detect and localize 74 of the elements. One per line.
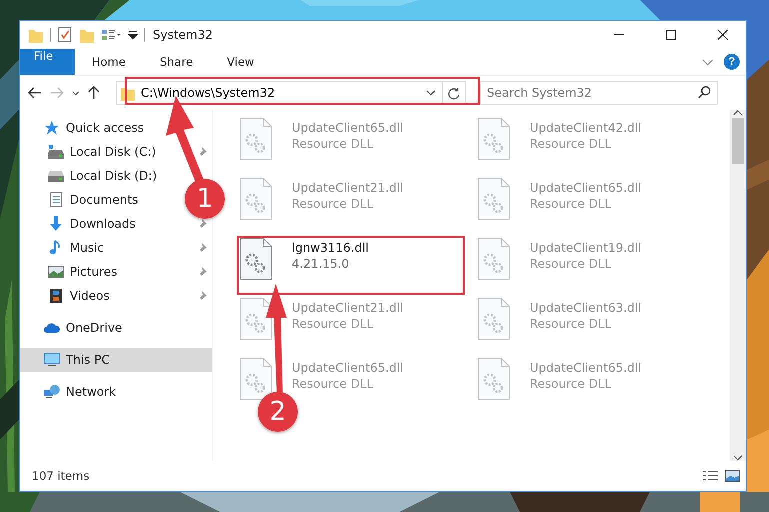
file-detail: Resource DLL (530, 256, 612, 272)
file-name: UpdateClient65.dll (530, 180, 642, 196)
large-icons-view-icon[interactable] (725, 470, 740, 482)
maximize-icon[interactable] (666, 30, 676, 40)
file-detail: Resource DLL (530, 196, 612, 212)
sidebar-item[interactable]: Music (20, 236, 212, 260)
monitor-icon (44, 352, 60, 368)
ribbon-tab[interactable]: Share (142, 49, 210, 75)
sidebar-item[interactable]: Local Disk (D:) (20, 164, 158, 188)
search-icon (698, 86, 711, 99)
drive-icon (48, 168, 64, 184)
dropdown-icon[interactable] (426, 90, 436, 96)
scroll-up-icon[interactable] (733, 110, 743, 116)
file-name: UpdateClient19.dll (530, 240, 642, 256)
sidebar-item[interactable]: Videos (20, 284, 212, 308)
drive-icon (48, 144, 64, 160)
file-name: UpdateClient21.dll (292, 180, 404, 196)
file-menu-button[interactable]: File (20, 49, 75, 75)
file-detail: Resource DLL (530, 316, 612, 332)
close-icon[interactable] (718, 30, 728, 40)
back-button[interactable] (26, 85, 44, 101)
dll-file-icon (240, 298, 272, 340)
file-detail: Resource DLL (530, 136, 612, 152)
dll-file-icon (240, 178, 272, 220)
dll-file-icon (478, 358, 510, 400)
dll-file-icon (478, 178, 510, 220)
file-name: UpdateClient65.dll (530, 360, 642, 376)
expand-ribbon-icon[interactable] (702, 58, 714, 66)
scroll-thumb[interactable] (732, 118, 744, 164)
file-name: UpdateClient65.dll (292, 360, 404, 376)
file-name: UpdateClient63.dll (530, 300, 642, 316)
view-options-icon[interactable] (101, 28, 122, 42)
file-detail: Resource DLL (292, 136, 374, 152)
file-detail: Resource DLL (292, 376, 374, 392)
sidebar-item[interactable]: Quick access (20, 116, 144, 140)
details-view-icon[interactable] (702, 470, 719, 482)
sidebar-item[interactable]: Pictures (20, 260, 212, 284)
file-detail: Resource DLL (292, 316, 374, 332)
sidebar-item[interactable]: Network (20, 380, 116, 404)
up-button[interactable] (86, 84, 102, 102)
sidebar-item[interactable]: Local Disk (C:) (20, 140, 212, 164)
customize-toolbar-icon[interactable] (128, 30, 138, 40)
sidebar-item[interactable]: This PC (20, 348, 212, 372)
dll-file-icon (478, 238, 510, 280)
window-title: System32 (153, 28, 214, 42)
search-field[interactable]: Search System32 (480, 81, 718, 105)
refresh-icon[interactable] (448, 86, 460, 100)
sidebar-item[interactable]: OneDrive (20, 316, 122, 340)
file-name: UpdateClient21.dll (292, 300, 404, 316)
dll-file-icon (240, 118, 272, 160)
network-icon (44, 384, 60, 400)
file-name: UpdateClient65.dll (292, 120, 404, 136)
ribbon-tab[interactable]: Home (75, 49, 143, 75)
file-name: lgnw3116.dll (292, 240, 370, 256)
sidebar-item[interactable]: Documents (20, 188, 138, 212)
dll-file-icon (478, 298, 510, 340)
film-icon (48, 288, 64, 304)
picture-frame-icon (48, 264, 64, 280)
file-detail: Resource DLL (292, 196, 374, 212)
document-icon (48, 192, 64, 208)
scrollbar[interactable] (730, 110, 746, 461)
dll-file-icon (240, 358, 272, 400)
ribbon-tab[interactable]: View (210, 49, 272, 75)
scroll-down-icon[interactable] (733, 455, 743, 461)
item-count: 107 items (32, 469, 91, 483)
help-button[interactable]: ? (724, 54, 740, 70)
dll-file-icon (240, 238, 272, 280)
file-detail: 4.21.15.0 (292, 256, 350, 272)
recent-locations-button[interactable] (70, 88, 82, 98)
file-detail: Resource DLL (530, 376, 612, 392)
dll-file-icon (478, 118, 510, 160)
file-name: UpdateClient42.dll (530, 120, 642, 136)
download-icon (48, 216, 64, 232)
star-icon (44, 120, 60, 136)
